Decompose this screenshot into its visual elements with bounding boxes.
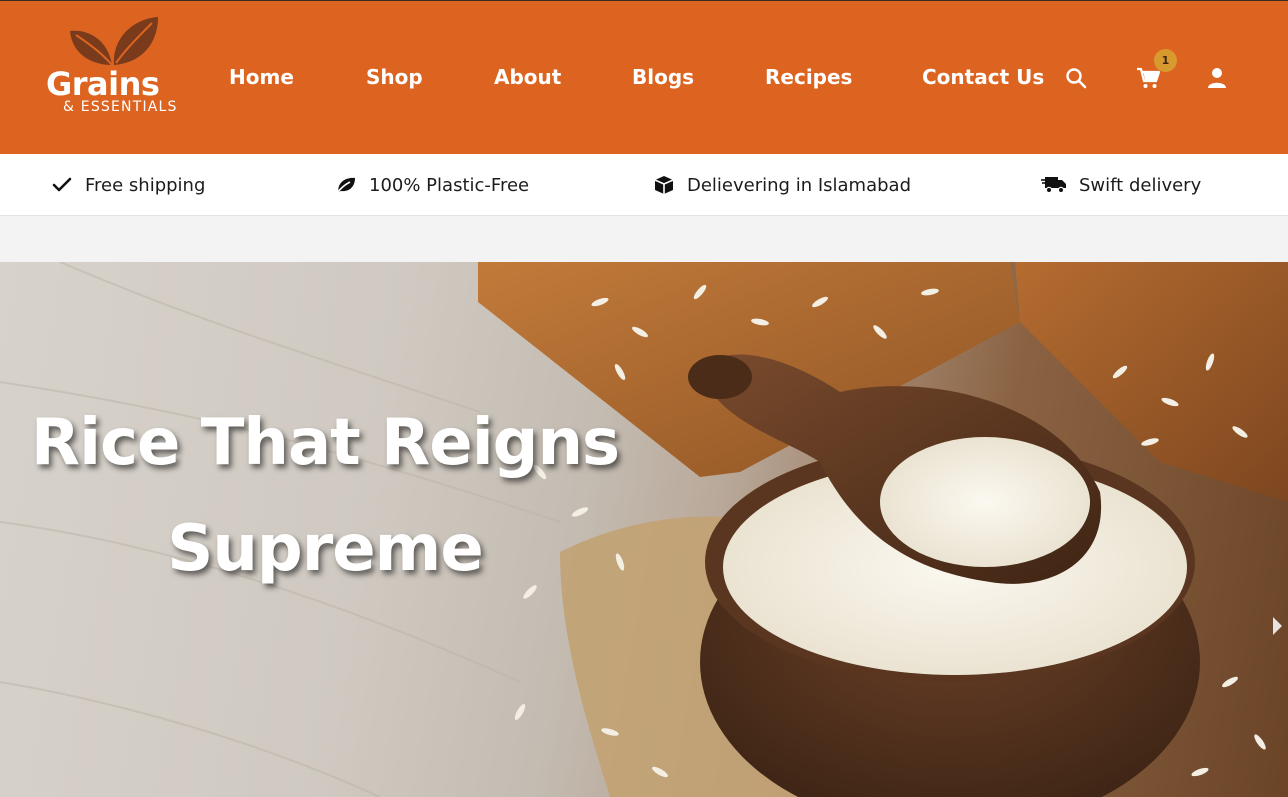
cart-count-badge: 1 xyxy=(1154,49,1177,72)
nav-blogs[interactable]: Blogs xyxy=(632,65,694,89)
nav-about[interactable]: About xyxy=(494,65,561,89)
nav-contact-us[interactable]: Contact Us xyxy=(922,65,1044,89)
check-icon xyxy=(51,174,73,196)
feature-label: 100% Plastic-Free xyxy=(369,174,530,196)
section-divider xyxy=(0,216,1288,262)
feature-swift-delivery: Swift delivery xyxy=(1041,154,1201,216)
brand-logo[interactable]: Grains & ESSENTIALS xyxy=(44,15,194,125)
nav-recipes[interactable]: Recipes xyxy=(765,65,852,89)
user-icon[interactable] xyxy=(1207,67,1227,93)
brand-name: Grains xyxy=(46,65,160,103)
brand-tagline: & ESSENTIALS xyxy=(63,99,178,115)
feature-plastic-free: 100% Plastic-Free xyxy=(335,154,529,216)
feature-islamabad: Delievering in Islamabad xyxy=(653,154,911,216)
site-header: Grains & ESSENTIALS Home Shop About Blog… xyxy=(0,0,1288,154)
chevron-right-icon[interactable] xyxy=(1273,617,1282,635)
search-icon[interactable] xyxy=(1065,67,1087,93)
hero-banner: Rice That Reigns Supreme xyxy=(0,262,1288,797)
feature-free-shipping: Free shipping xyxy=(51,154,205,216)
nav-shop[interactable]: Shop xyxy=(366,65,423,89)
features-bar: Free shipping 100% Plastic-Free Deliever… xyxy=(0,154,1288,216)
feature-label: Delievering in Islamabad xyxy=(687,174,911,196)
feature-label: Swift delivery xyxy=(1079,174,1202,196)
hero-title: Rice That Reigns Supreme xyxy=(30,406,620,586)
leaf-icon xyxy=(335,174,357,196)
box-icon xyxy=(653,174,675,196)
feature-label: Free shipping xyxy=(85,174,206,196)
truck-icon xyxy=(1041,174,1067,196)
cart-icon[interactable] xyxy=(1136,67,1161,93)
leaves-icon xyxy=(70,17,158,66)
nav-home[interactable]: Home xyxy=(229,65,294,89)
